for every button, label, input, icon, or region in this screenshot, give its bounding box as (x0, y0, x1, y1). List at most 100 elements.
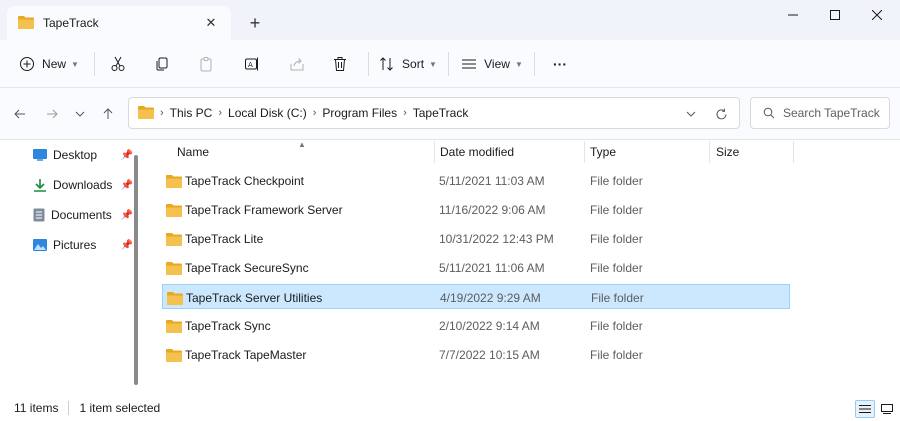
column-header-name[interactable]: Name (177, 141, 209, 163)
column-divider[interactable] (434, 141, 435, 163)
rename-button[interactable]: A (238, 48, 266, 80)
selection-count: 1 item selected (79, 401, 161, 415)
search-input[interactable] (783, 106, 883, 120)
trash-icon (334, 57, 346, 71)
back-button[interactable] (8, 102, 32, 126)
folder-icon (167, 285, 183, 310)
column-header-type[interactable]: Type (590, 141, 616, 163)
chevron-down-icon: ▼ (71, 59, 79, 69)
window-tab[interactable]: TapeTrack ✕ (7, 6, 231, 40)
file-type: File folder (590, 347, 643, 362)
close-window-button[interactable] (854, 0, 900, 30)
refresh-button[interactable] (711, 104, 731, 124)
address-history-button[interactable] (681, 104, 701, 124)
column-divider[interactable] (709, 141, 710, 163)
sidebar-scrollbar[interactable] (134, 155, 138, 385)
file-type: File folder (590, 231, 643, 246)
column-divider[interactable] (584, 141, 585, 163)
rename-icon: A (245, 57, 258, 71)
new-label: New (42, 57, 67, 71)
pictures-icon (33, 239, 47, 251)
file-row[interactable]: TapeTrack SecureSync 5/11/2021 11:06 AM Fi… (162, 255, 790, 280)
up-button[interactable] (96, 102, 120, 126)
pin-icon[interactable]: 📌 (121, 150, 133, 161)
toolbar-divider (534, 52, 535, 76)
preview-view-button[interactable] (877, 400, 897, 418)
file-name: TapeTrack SecureSync (185, 260, 309, 275)
sort-ascending-icon: ▲ (298, 140, 306, 149)
file-name: TapeTrack Checkpoint (185, 173, 304, 188)
file-row[interactable]: TapeTrack Lite 10/31/2022 12:43 PM File fo… (162, 226, 790, 251)
sidebar-item-desktop[interactable]: Desktop 📌 (33, 144, 133, 166)
sort-icon (380, 57, 393, 71)
minimize-icon (788, 14, 798, 16)
sort-button[interactable]: Sort ▼ (376, 48, 440, 80)
pin-icon[interactable]: 📌 (121, 210, 133, 221)
file-list: Name ▲ Date modified Type Size TapeTrack… (140, 140, 900, 395)
folder-icon (166, 197, 182, 222)
scissors-icon (111, 56, 125, 71)
document-icon (33, 208, 45, 222)
file-row[interactable]: TapeTrack Checkpoint 5/11/2021 11:03 AM Fi… (162, 168, 790, 193)
breadcrumb-this-pc[interactable]: This PC (170, 106, 213, 120)
file-row[interactable]: TapeTrack Server Utilities 4/19/2022 9:29… (162, 284, 790, 309)
view-label: View (484, 57, 510, 71)
cut-button[interactable] (104, 48, 132, 80)
column-header-date-modified[interactable]: Date modified (440, 141, 514, 163)
folder-icon (166, 168, 182, 193)
status-divider (68, 401, 70, 415)
details-view-button[interactable] (855, 400, 875, 418)
forward-button[interactable] (40, 102, 64, 126)
recent-locations-button[interactable] (68, 102, 92, 126)
sidebar-item-pictures[interactable]: Pictures 📌 (33, 234, 133, 256)
share-icon (290, 58, 304, 71)
folder-icon (166, 342, 182, 367)
breadcrumb-separator-icon: › (403, 107, 407, 119)
pin-icon[interactable]: 📌 (121, 180, 133, 191)
sidebar-item-documents[interactable]: Documents 📌 (33, 204, 133, 226)
minimize-button[interactable] (770, 0, 816, 30)
copy-button[interactable] (148, 48, 176, 80)
breadcrumb-program-files[interactable]: Program Files (322, 106, 397, 120)
column-divider[interactable] (793, 141, 794, 163)
file-date-modified: 4/19/2022 9:29 AM (440, 290, 541, 305)
file-type: File folder (590, 173, 643, 188)
breadcrumb-local-disk[interactable]: Local Disk (C:) (228, 106, 307, 120)
search-box[interactable] (750, 97, 890, 129)
pin-icon[interactable]: 📌 (121, 240, 133, 251)
file-name: TapeTrack Framework Server (185, 202, 343, 217)
breadcrumb-tapetrack[interactable]: TapeTrack (413, 106, 469, 120)
address-bar[interactable]: › This PC › Local Disk (C:) › Program Fi… (128, 97, 740, 129)
view-button[interactable]: View ▼ (458, 48, 526, 80)
folder-icon (18, 15, 34, 32)
file-row[interactable]: TapeTrack Sync 2/10/2022 9:14 AM File fold… (162, 313, 790, 338)
sort-label: Sort (402, 57, 425, 71)
file-row[interactable]: TapeTrack TapeMaster 7/7/2022 10:15 AM Fil… (162, 342, 790, 367)
share-button[interactable] (283, 48, 311, 80)
new-tab-button[interactable]: + (242, 10, 268, 36)
sidebar-item-label: Documents (51, 208, 112, 222)
file-date-modified: 7/7/2022 10:15 AM (439, 347, 540, 362)
item-count: 11 items (14, 401, 59, 415)
maximize-button[interactable] (812, 0, 858, 30)
refresh-icon (716, 108, 726, 119)
close-tab-icon[interactable]: ✕ (197, 9, 225, 37)
desktop-icon (33, 149, 47, 161)
paste-button[interactable] (192, 48, 220, 80)
toolbar-divider (368, 52, 369, 76)
delete-button[interactable] (326, 48, 354, 80)
command-bar: New ▼ A Sort ▼ View ▼ ··· (0, 40, 900, 88)
arrow-left-icon (14, 109, 25, 119)
navigation-bar: › This PC › Local Disk (C:) › Program Fi… (0, 88, 900, 140)
sidebar-item-downloads[interactable]: Downloads 📌 (33, 174, 133, 196)
sidebar-item-label: Desktop (53, 148, 98, 162)
column-header-size[interactable]: Size (716, 141, 739, 163)
more-options-button[interactable]: ··· (545, 48, 575, 80)
file-date-modified: 5/11/2021 11:06 AM (439, 260, 545, 275)
file-row[interactable]: TapeTrack Framework Server 11/16/2022 9:0… (162, 197, 790, 222)
sidebar-item-label: Downloads (53, 178, 113, 192)
maximize-icon (830, 10, 840, 20)
file-type: File folder (591, 290, 644, 305)
new-button[interactable]: New ▼ (14, 48, 84, 80)
clipboard-icon (200, 57, 212, 72)
